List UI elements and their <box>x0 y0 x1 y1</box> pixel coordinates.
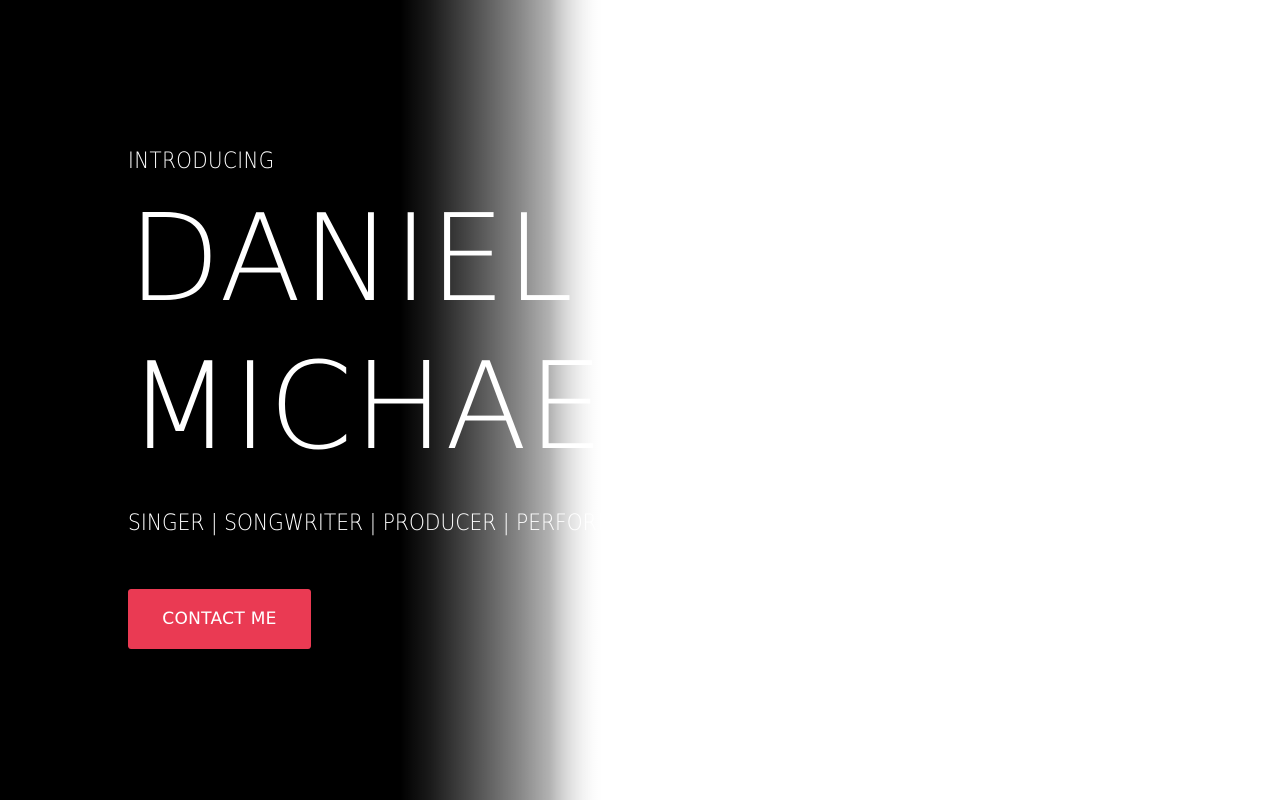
hero-intro-label: INTRODUCING <box>128 149 275 174</box>
contact-me-button[interactable]: CONTACT ME <box>128 589 311 649</box>
hero-first-name: DANIEL <box>128 190 575 329</box>
hero-section: INTRODUCING DANIEL MICHAEL SINGER | SONG… <box>0 0 1280 800</box>
hero-last-name: MICHAEL <box>128 338 673 477</box>
hero-roles: SINGER | SONGWRITER | PRODUCER | PERFORM… <box>128 511 642 536</box>
